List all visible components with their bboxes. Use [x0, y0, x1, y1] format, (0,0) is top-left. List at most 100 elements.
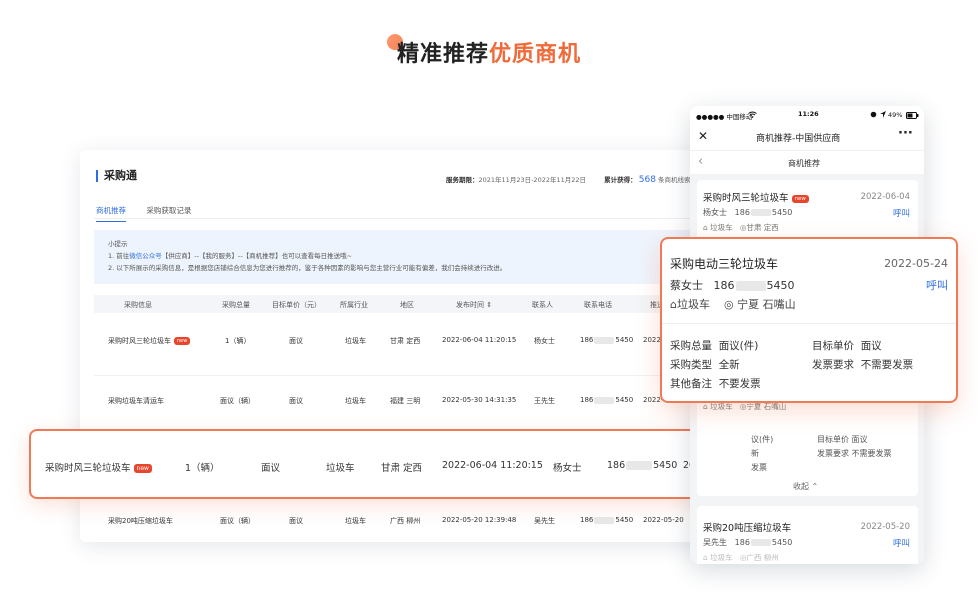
truck-icon: ⌂	[703, 402, 708, 411]
row-info: 采购20吨压缩垃圾车	[108, 517, 173, 525]
popup-date: 2022-05-24	[884, 257, 948, 270]
card-title: 采购时风三轮垃圾车 new	[703, 190, 809, 204]
back-icon[interactable]: ‹	[698, 154, 703, 169]
card-remark-partial: 发票	[751, 463, 767, 472]
type-value: 全新	[718, 359, 740, 371]
popup-qty: 采购总量 面议(件)	[670, 338, 758, 353]
row-info: 采购垃圾车清运车	[108, 397, 164, 405]
row-time: 2022-05-30 14:31:35	[442, 396, 517, 404]
card-date: 2022-06-04	[860, 192, 910, 202]
card-loc: 广西 柳州	[746, 553, 779, 562]
list-item[interactable]: 采购时风三轮垃圾车 new 2022-06-04 杨女士 186 5450 呼叫 ⌂…	[697, 180, 918, 242]
pin-icon: ◎	[723, 298, 734, 311]
col-qty: 采购总量	[222, 301, 250, 309]
tab-divider	[94, 218, 720, 219]
row-region: 福建 三明	[390, 397, 421, 405]
total-label: 累计获得：	[604, 176, 637, 184]
total-suffix: 条商机线索	[658, 176, 691, 184]
chevron-up-icon: ⌃	[811, 482, 819, 491]
phone-suffix: 5450	[653, 460, 678, 471]
truck-icon: ⌂	[703, 553, 708, 562]
phone-suffix: 5450	[615, 396, 634, 404]
status-time: 11:26	[798, 110, 819, 118]
row-region: 广西 柳州	[390, 517, 421, 525]
truck-icon: ⌂	[703, 223, 708, 232]
phone-prefix: 186	[580, 396, 594, 404]
col-time[interactable]: 发布时间 ⇕	[456, 300, 492, 310]
phone-suffix: 5450	[615, 336, 634, 344]
tip-line-2: 2. 以下所展示的采购信息，是根据您店铺综合信息为您进行推荐的，鉴于各种因素的影…	[108, 264, 507, 272]
popup-invoice: 发票要求 不需要发票	[812, 357, 913, 372]
table-row[interactable]: 采购垃圾车清运车 面议（辆） 面议 垃圾车 福建 三明 2022-05-30 1…	[94, 396, 720, 414]
collapse-toggle[interactable]: 收起 ⌃	[793, 481, 818, 492]
card-title-text: 采购时风三轮垃圾车	[703, 193, 789, 204]
popup-price: 目标单价 面议	[812, 338, 882, 353]
more-icon[interactable]: ···	[898, 126, 913, 141]
popup-type: 采购类型 全新	[670, 357, 740, 372]
sub-nav: ‹ 商机推荐	[690, 150, 924, 174]
hl-phone: 186 5450	[607, 460, 677, 471]
row-time: 2022-06-04 11:20:15	[442, 336, 517, 344]
card-tag: 垃圾车	[710, 223, 733, 232]
highlighted-row[interactable]: 采购时风三轮垃圾车 new 1（辆） 面议 垃圾车 甘肃 定西 2022-06-0…	[29, 429, 750, 499]
popup-divider	[662, 323, 956, 324]
price-label: 目标单价	[812, 340, 854, 352]
price-value: 面议	[851, 435, 868, 444]
row-contact: 王先生	[534, 397, 555, 405]
phone-suffix: 5450	[771, 208, 793, 217]
new-badge: new	[133, 464, 152, 473]
invoice-label: 发票要求	[812, 359, 854, 371]
phone-suffix: 5450	[771, 538, 793, 547]
row-qty: 1（辆）	[225, 337, 251, 345]
close-icon[interactable]: ✕	[698, 129, 708, 143]
row-info-text: 采购时风三轮垃圾车	[108, 337, 171, 345]
hero-title-accent: 优质商机	[489, 42, 582, 67]
table-row[interactable]: 采购20吨压缩垃圾车 面议（辆） 面议 垃圾车 广西 柳州 2022-05-20…	[94, 516, 720, 534]
hl-region: 甘肃 定西	[381, 463, 423, 474]
card-contact: 吴先生 186 5450	[703, 537, 792, 548]
hl-contact: 杨女士	[553, 463, 582, 474]
tab-recommend[interactable]: 商机推荐	[96, 206, 126, 222]
row-qty: 面议（辆）	[220, 397, 255, 405]
row-info: 采购时风三轮垃圾车 new	[108, 336, 191, 346]
phone-prefix: 186	[580, 336, 594, 344]
call-button[interactable]: 呼叫	[926, 277, 948, 293]
phone-prefix: 186	[734, 208, 750, 217]
highlighted-card[interactable]: 采购电动三轮垃圾车 2022-05-24 蔡女士 186 5450 呼叫 ⌂垃圾车…	[660, 237, 958, 403]
truck-icon: ⌂	[670, 298, 677, 311]
remark-value: 不要发票	[718, 378, 761, 390]
service-period-label: 服务期限：	[446, 176, 479, 184]
tip-line-1-post: 【供应商】--【我的服务】--【商机推荐】也可以查看每日推送哦~	[161, 252, 353, 260]
card-tag: 垃圾车	[710, 553, 733, 562]
service-meta: 服务期限：2021年11月23日-2022年11月22日 累计获得： 568 条…	[446, 174, 691, 185]
tip-line-1-pre: 1. 前往	[108, 252, 130, 260]
row-contact: 吴先生	[534, 517, 555, 525]
price-value: 面议	[860, 340, 882, 352]
phone-prefix: 186	[713, 279, 735, 292]
list-item[interactable]: 采购20吨压缩垃圾车 2022-05-20 吴先生 186 5450 呼叫 ⌂ 垃…	[697, 506, 918, 564]
contact-name: 蔡女士	[670, 279, 703, 292]
table-row[interactable]: 采购时风三轮垃圾车 new 1（辆） 面议 垃圾车 甘肃 定西 2022-06-0…	[94, 336, 720, 354]
wechat-link[interactable]: 微信公众号	[129, 252, 162, 260]
status-bar: ●●●●● 中国移动 11:26 49%	[690, 106, 924, 124]
qty-value: 面议(件)	[718, 340, 759, 352]
phone-mask	[594, 396, 615, 404]
hero-title-dark: 精准推荐	[396, 42, 489, 67]
row-industry: 垃圾车	[345, 397, 366, 405]
alarm-icon	[870, 110, 877, 118]
remark-label: 其他备注	[670, 378, 712, 390]
phone-mask	[594, 336, 615, 344]
phone-suffix: 5450	[615, 516, 634, 524]
card-loc: 宁夏 石嘴山	[746, 402, 787, 411]
popup-remark: 其他备注 不要发票	[670, 376, 761, 391]
call-button[interactable]: 呼叫	[893, 207, 910, 219]
total-count: 568	[638, 175, 656, 185]
nav-title: 商机推荐-中国供应商	[756, 134, 841, 144]
hero-title: 精准推荐优质商机	[0, 36, 978, 68]
phone-mask	[594, 516, 615, 524]
collapse-label: 收起	[793, 482, 809, 491]
battery-icon	[906, 111, 919, 119]
hl-time: 2022-06-04 11:20:15	[442, 460, 543, 471]
popup-title: 采购电动三轮垃圾车	[670, 257, 779, 271]
call-button[interactable]: 呼叫	[893, 537, 910, 549]
